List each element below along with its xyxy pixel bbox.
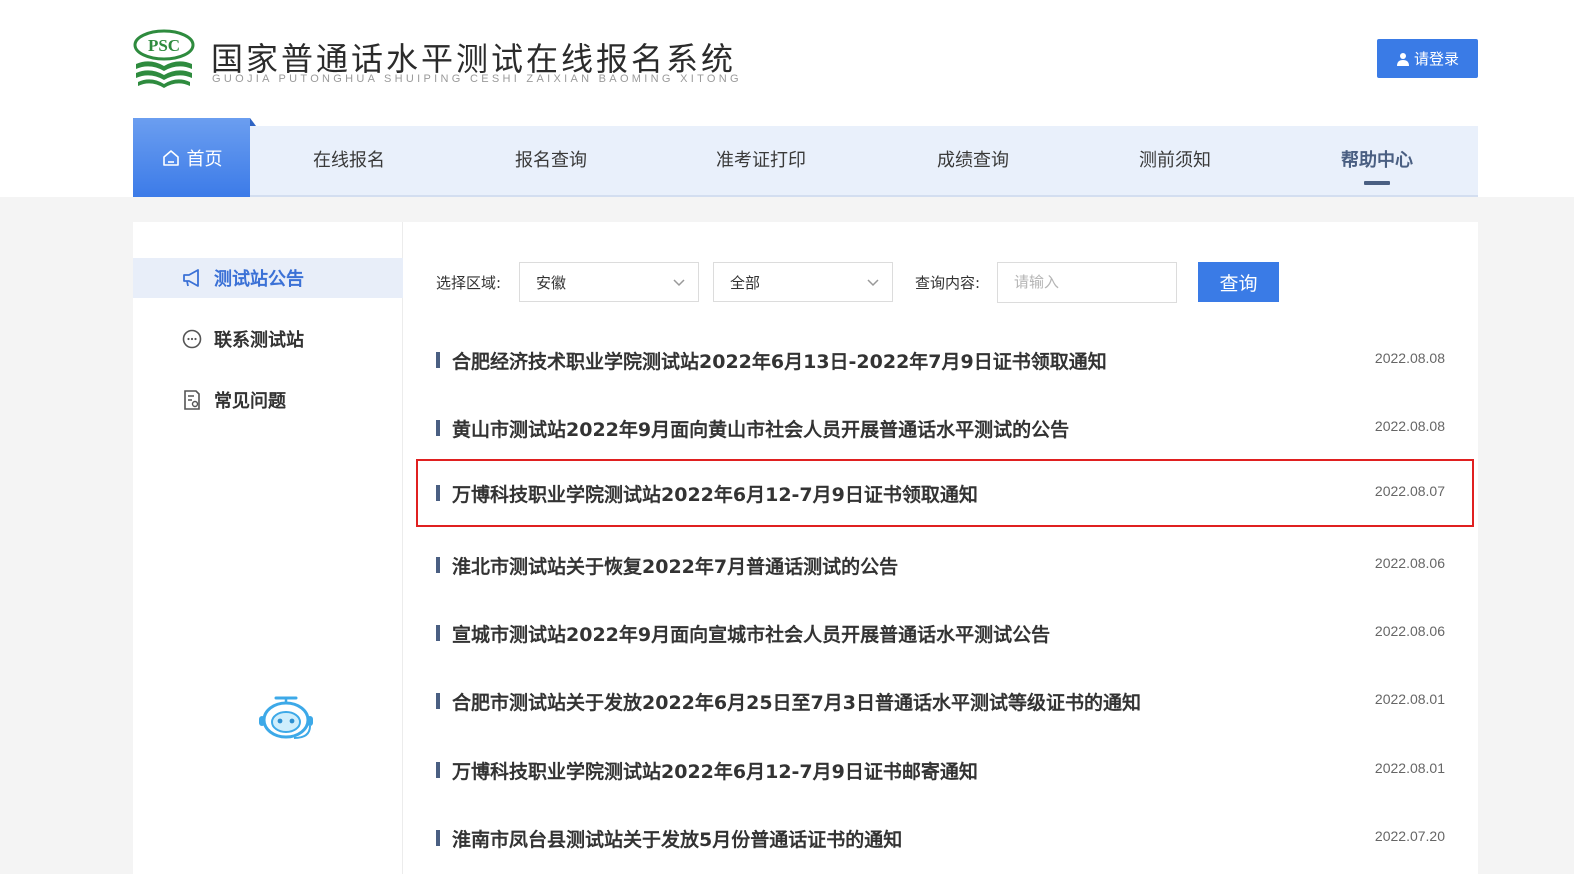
notice-bullet (436, 420, 440, 436)
notice-title: 合肥经济技术职业学院测试站2022年6月13日-2022年7月9日证书领取通知 (452, 351, 1107, 373)
nav-pretest-notice[interactable]: 测前须知 (1139, 126, 1211, 195)
notice-date: 2022.08.06 (1374, 623, 1445, 639)
notice-date: 2022.08.01 (1374, 760, 1445, 776)
notice-title: 黄山市测试站2022年9月面向黄山市社会人员开展普通话水平测试的公告 (452, 419, 1070, 441)
faq-document-icon (184, 390, 200, 410)
notice-date: 2022.08.07 (1374, 483, 1445, 499)
notice-date: 2022.08.01 (1374, 691, 1445, 707)
sidebar: 测试站公告 联系测试站 常见问题 (133, 222, 403, 874)
logo-text: PSC (148, 36, 180, 55)
notice-bullet (436, 830, 440, 846)
notice-title: 万博科技职业学院测试站2022年6月12-7月9日证书邮寄通知 (452, 761, 978, 783)
province-value: 安徽 (536, 273, 567, 292)
sidebar-item-faq[interactable]: 常见问题 (133, 380, 403, 420)
notice-item-highlighted[interactable]: 万博科技职业学院测试站2022年6月12-7月9日证书领取通知 2022.08.… (416, 459, 1474, 527)
nav-online-registration[interactable]: 在线报名 (313, 126, 385, 195)
notice-title: 合肥市测试站关于发放2022年6月25日至7月3日普通话水平测试等级证书的通知 (452, 692, 1141, 714)
notice-date: 2022.08.08 (1374, 350, 1445, 366)
login-button[interactable]: 请登录 (1377, 39, 1478, 78)
nav-admission-ticket[interactable]: 准考证打印 (716, 126, 806, 195)
search-input[interactable] (997, 262, 1177, 303)
chevron-down-icon (867, 279, 879, 287)
notice-bullet (436, 352, 440, 368)
sidebar-item-label: 常见问题 (214, 391, 286, 412)
notice-item[interactable]: 合肥经济技术职业学院测试站2022年6月13日-2022年7月9日证书领取通知 … (416, 326, 1474, 392)
notice-item[interactable]: 宣城市测试站2022年9月面向宣城市社会人员开展普通话水平测试公告 2022.0… (416, 599, 1474, 665)
login-label: 请登录 (1413, 50, 1459, 68)
nav-help-center[interactable]: 帮助中心 (1341, 126, 1413, 195)
notice-item[interactable]: 黄山市测试站2022年9月面向黄山市社会人员开展普通话水平测试的公告 2022.… (416, 394, 1474, 460)
notice-bullet (436, 625, 440, 641)
notice-date: 2022.08.06 (1374, 555, 1445, 571)
notice-title: 宣城市测试站2022年9月面向宣城市社会人员开展普通话水平测试公告 (452, 624, 1051, 646)
notice-bullet (436, 485, 440, 501)
notice-bullet (436, 693, 440, 709)
content-label: 查询内容: (915, 274, 981, 292)
sidebar-item-contact-station[interactable]: 联系测试站 (133, 319, 403, 359)
main-nav: 首页 在线报名 报名查询 准考证打印 成绩查询 测前须知 帮助中心 (133, 118, 1478, 197)
notice-item[interactable]: 淮南市凤台县测试站关于发放5月份普通话证书的通知 2022.07.20 (416, 804, 1474, 870)
chat-icon (182, 329, 202, 349)
notice-title: 淮南市凤台县测试站关于发放5月份普通话证书的通知 (452, 829, 903, 851)
region-label: 选择区域: (436, 274, 502, 292)
header: PSC 国家普通话水平测试在线报名系统 GUOJIA PUTONGHUA SHU… (0, 0, 1574, 197)
query-button[interactable]: 查询 (1198, 262, 1279, 302)
sidebar-item-label: 联系测试站 (214, 330, 304, 351)
notice-item[interactable]: 合肥市测试站关于发放2022年6月25日至7月3日普通话水平测试等级证书的通知 … (416, 667, 1474, 733)
notice-bullet (436, 762, 440, 778)
nav-home[interactable]: 首页 (133, 118, 256, 197)
sidebar-item-label: 测试站公告 (214, 269, 304, 290)
notice-bullet (436, 557, 440, 573)
notice-item[interactable]: 淮北市测试站关于恢复2022年7月普通话测试的公告 2022.08.06 (416, 531, 1474, 597)
notice-item[interactable]: 万博科技职业学院测试站2022年6月12-7月9日证书邮寄通知 2022.08.… (416, 736, 1474, 802)
notice-title: 淮北市测试站关于恢复2022年7月普通话测试的公告 (452, 556, 899, 578)
province-select[interactable]: 安徽 (519, 262, 699, 302)
sidebar-item-station-notices[interactable]: 测试站公告 (133, 258, 403, 298)
notice-title: 万博科技职业学院测试站2022年6月12-7月9日证书领取通知 (452, 484, 978, 506)
home-icon (162, 149, 179, 166)
city-select[interactable]: 全部 (713, 262, 893, 302)
city-value: 全部 (730, 273, 761, 292)
nav-score-query[interactable]: 成绩查询 (937, 126, 1009, 195)
notice-date: 2022.07.20 (1374, 828, 1445, 844)
psc-logo[interactable]: PSC (132, 28, 196, 92)
notice-date: 2022.08.08 (1374, 418, 1445, 434)
brand-subtitle: GUOJIA PUTONGHUA SHUIPING CESHI ZAIXIAN … (212, 73, 742, 85)
megaphone-icon (183, 269, 199, 287)
content-card: 测试站公告 联系测试站 常见问题 选择区域: 安徽 全部 查询内容: 请输入 查… (133, 222, 1478, 874)
customer-service-robot-icon[interactable] (256, 692, 316, 744)
nav-home-label: 首页 (186, 148, 223, 170)
chevron-down-icon (673, 279, 685, 287)
nav-registration-query[interactable]: 报名查询 (515, 126, 587, 195)
user-icon (1396, 52, 1409, 66)
